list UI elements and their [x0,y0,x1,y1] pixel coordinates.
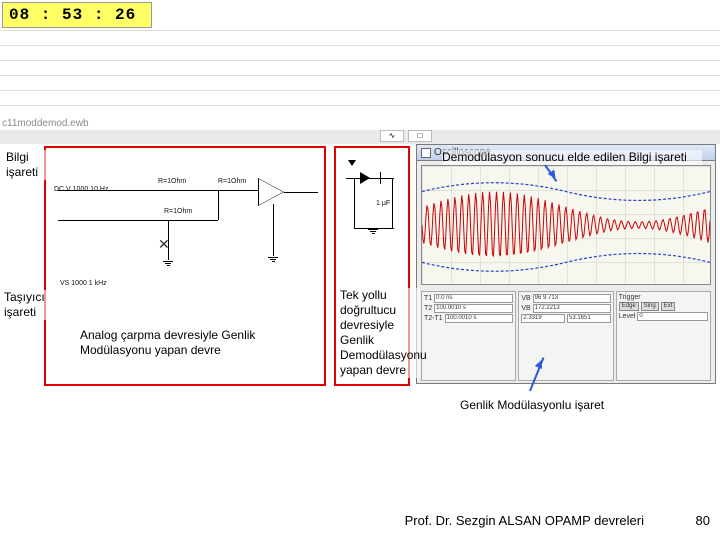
window-icon [421,148,431,158]
waveform [422,166,710,284]
tool-icon: □ [408,130,432,142]
resistor-label: R=1Ohm [218,178,246,185]
value-field[interactable]: 172.2213 [533,304,611,313]
slide-footer: Prof. Dr. Sezgin ALSAN OPAMP devreleri 8… [0,513,710,528]
ruled-background [0,30,720,120]
label: VB [521,295,530,302]
page-number: 80 [682,513,710,528]
author-text: Prof. Dr. Sezgin ALSAN OPAMP devreleri [405,513,644,528]
note-am-signal: Genlik Modülasyonlu işaret [460,398,660,413]
label: VB [521,305,530,312]
value-field[interactable]: 96 9.713 [533,294,611,303]
label: T2-T1 [424,315,443,322]
rectifier-schematic: 1 μF [342,160,402,280]
ground-icon [268,256,278,263]
modulator-schematic: R=1Ohm R=1Ohm R=1Ohm DC V 1000 10 Hz VS … [58,160,318,310]
single-button[interactable]: Sing [641,302,659,311]
level-field[interactable]: 0 [637,312,708,321]
note-rectifier: Tek yollu doğrultucu devresiyle Genlik D… [340,288,420,378]
tool-icon: ∿ [380,130,404,142]
timebase-panel: T10.0 ns T2100.0010 s T2-T1100.0010 s [421,291,516,381]
trigger-panel: Trigger Edge Sing Ext Level0 [616,291,711,381]
ext-button[interactable]: Ext [661,302,676,311]
value-field[interactable]: 53.1651 [567,314,611,323]
label: T1 [424,295,432,302]
source-label: DC V 1000 10 Hz [54,186,108,193]
label: T2 [424,305,432,312]
oscilloscope-screen [421,165,711,285]
ground-icon [163,260,173,267]
source-label: VS 1000 1 kHz [60,280,107,287]
note-modulator: Analog çarpma devresiyle Genlik Modülasy… [80,328,270,358]
time-field[interactable]: 0.0 ns [434,294,513,303]
note-carrier-signal: Taşıyıcı işareti [4,290,46,320]
time-field[interactable]: 100.0010 s [434,304,513,313]
diode-icon [360,172,370,184]
channel-panel: VB96 9.713 VB172.2213 2.331953.1651 [518,291,613,381]
resistor-label: R=1Ohm [164,208,192,215]
ground-icon [368,228,378,235]
oscilloscope-controls: T10.0 ns T2100.0010 s T2-T1100.0010 s VB… [417,289,715,383]
file-path: c11moddemod.ewb [2,118,89,129]
note-info-signal: Bilgi işareti [6,150,46,180]
resistor-label: R=1Ohm [158,178,186,185]
clock-box: 08 : 53 : 26 [2,2,152,28]
value-field[interactable]: 2.3319 [521,314,565,323]
oscilloscope-window: Oscilloscope T10.0 ns T2100.0010 s T2-T1… [416,144,716,384]
label: Trigger [619,294,641,301]
label: Level [619,313,636,320]
note-demodulated: Demodülasyon sonucu elde edilen Bilgi iş… [442,150,702,165]
app-toolbar: ∿ □ [0,130,720,144]
clock-text: 08 : 53 : 26 [9,6,136,24]
cap-label: 1 μF [376,200,390,207]
time-field[interactable]: 100.0010 s [445,314,514,323]
edge-button[interactable]: Edge [619,302,639,311]
opamp-icon [258,178,284,206]
